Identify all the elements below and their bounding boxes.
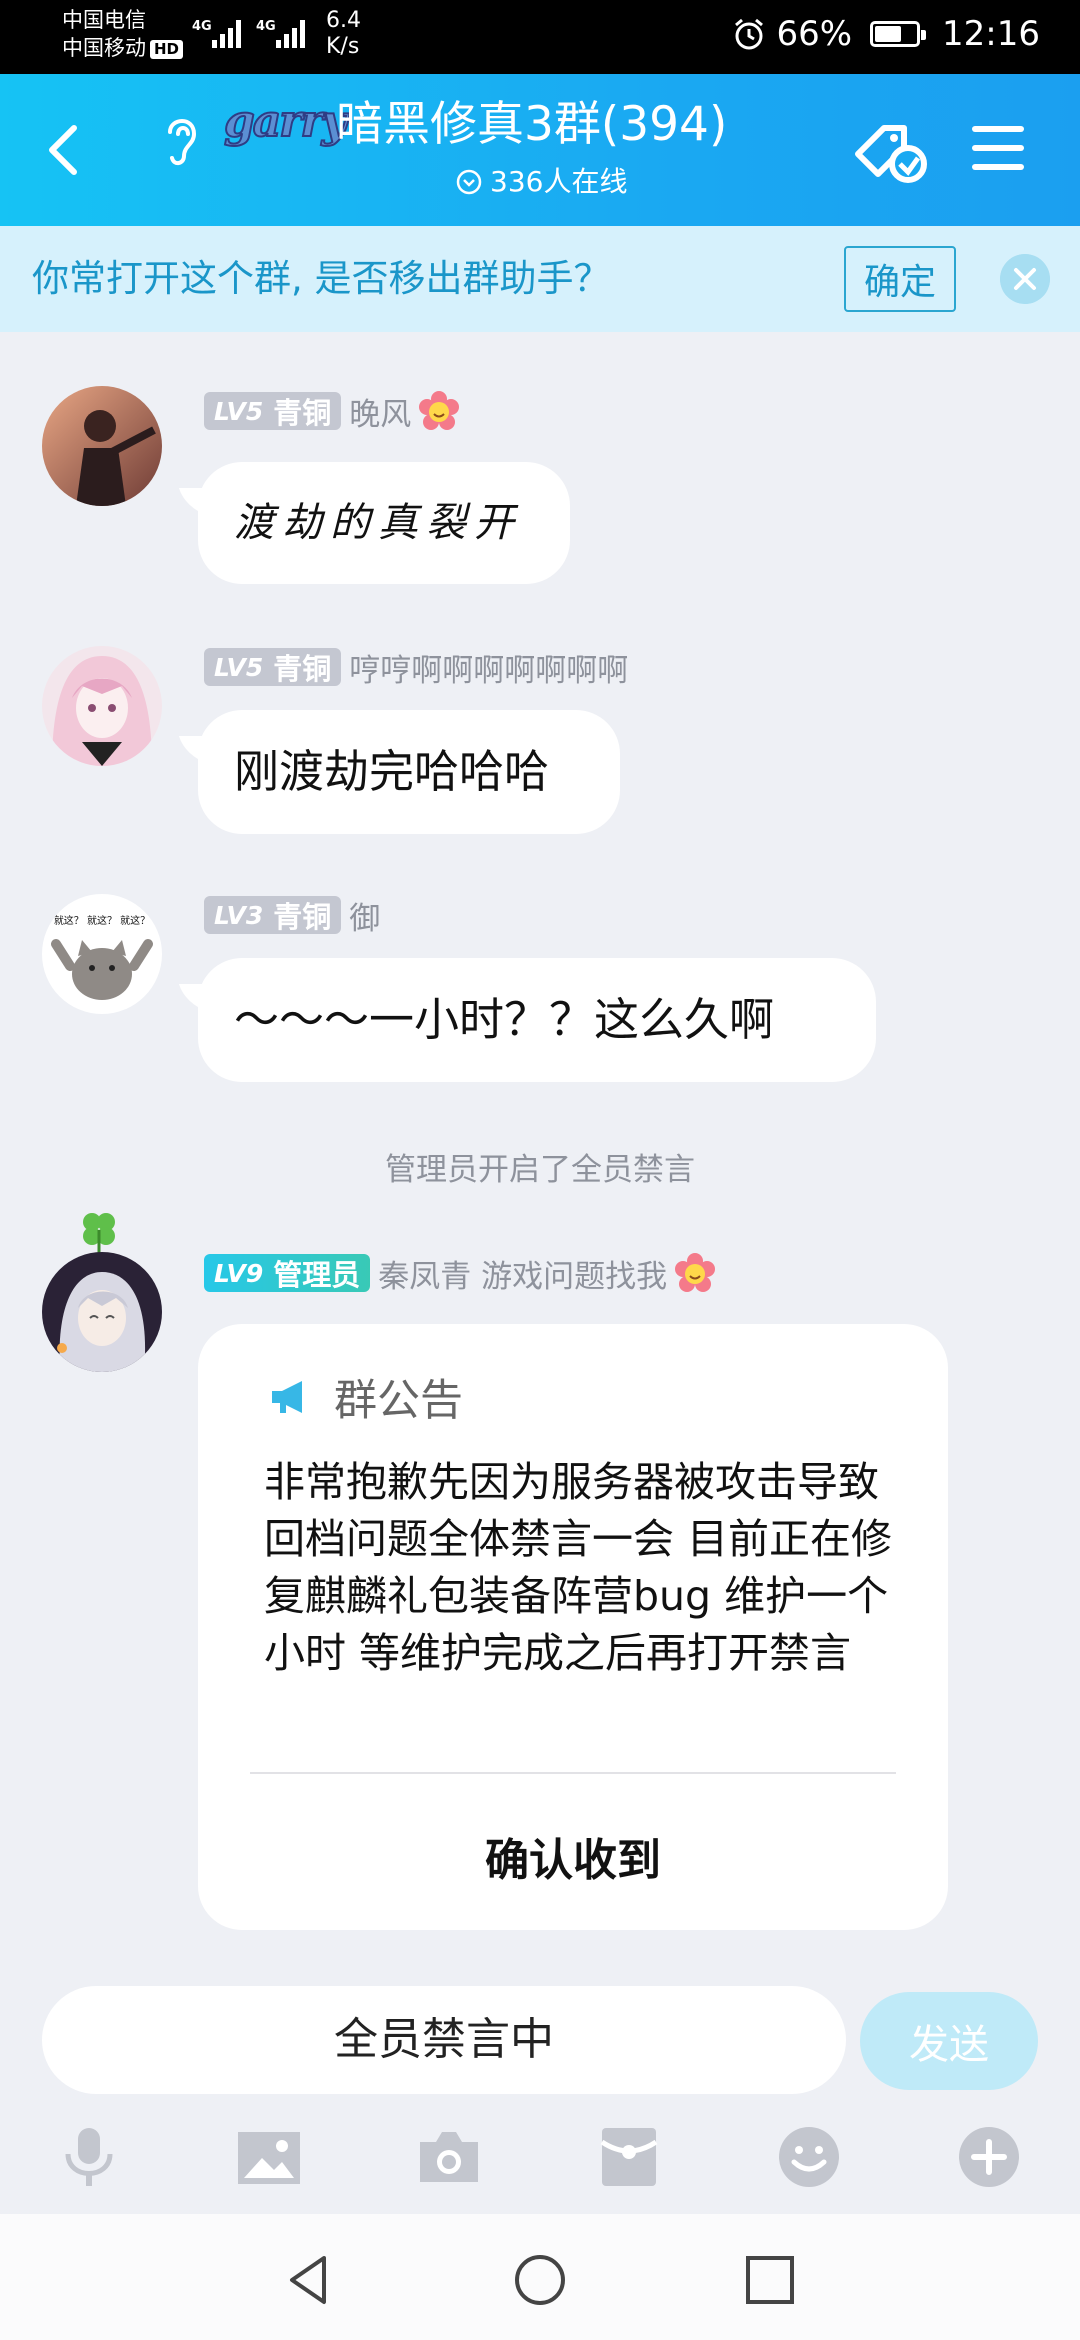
- chat-header: garry 暗黑修真3群(394) 336人在线: [0, 74, 1080, 226]
- level-label: LV5: [214, 652, 264, 682]
- group-notice-card[interactable]: 群公告 非常抱歉先因为服务器被攻击导致回档问题全体禁言一会 目前正在修复麒麟礼包…: [198, 1324, 948, 1930]
- alarm-icon: [735, 18, 764, 50]
- group-app-icon[interactable]: [852, 114, 932, 190]
- admin-meta: LV9 管理员 秦凤青 游戏问题找我: [204, 1251, 716, 1296]
- rank-label: 青铜: [273, 900, 332, 934]
- level-label: LV9: [214, 1258, 264, 1288]
- nav-recents-icon[interactable]: [742, 2252, 798, 2308]
- flower-badge-icon: [419, 391, 460, 430]
- online-count: 336人在线: [490, 165, 628, 198]
- level-label: LV5: [214, 396, 264, 426]
- rank-label: 管理员: [273, 1258, 361, 1292]
- megaphone-icon: [272, 1381, 302, 1413]
- sender-name[interactable]: 秦凤青 游戏问题找我: [378, 1251, 667, 1296]
- svg-text:4G: 4G: [192, 19, 212, 34]
- message-text: 渡劫的真裂开: [234, 500, 522, 546]
- battery-fill: [875, 26, 902, 42]
- system-nav-bar: [0, 2214, 1080, 2340]
- level-label: LV3: [214, 900, 264, 930]
- banner-confirm-button[interactable]: 确定: [844, 246, 956, 312]
- avatar[interactable]: 就这？ 就这？ 就这？: [42, 894, 162, 1014]
- group-badge-logo: garry: [223, 95, 348, 148]
- message-bubble[interactable]: 渡劫的真裂开: [198, 462, 570, 584]
- avatar[interactable]: [42, 386, 162, 506]
- rank-label: 青铜: [273, 652, 332, 686]
- notice-header: 群公告: [268, 1366, 463, 1428]
- nav-back-icon[interactable]: [282, 2252, 338, 2308]
- level-badge: LV5 青铜: [204, 648, 342, 686]
- sender-name[interactable]: 哼哼啊啊啊啊啊啊啊: [349, 645, 628, 690]
- menu-icon[interactable]: [970, 120, 1026, 176]
- sender-name[interactable]: 御: [349, 893, 380, 938]
- level-badge: LV5 青铜: [204, 392, 342, 430]
- net-speed-unit: K/s: [326, 34, 360, 59]
- back-icon[interactable]: [40, 120, 90, 180]
- chevron-circle-icon: [456, 169, 482, 195]
- carrier-1: 中国电信: [62, 8, 146, 32]
- clover-icon: [83, 1213, 115, 1254]
- microphone-icon[interactable]: [56, 2124, 122, 2190]
- message-bubble[interactable]: 刚渡劫完哈哈哈: [198, 710, 620, 834]
- emoji-icon[interactable]: [776, 2124, 842, 2190]
- admin-level-badge: LV9 管理员: [204, 1254, 371, 1292]
- message-text: ～～～一小时？？这么久啊: [234, 993, 775, 1046]
- group-title[interactable]: 暗黑修真3群(394): [336, 94, 727, 156]
- plus-icon[interactable]: [956, 2124, 1022, 2190]
- clock: 12:16: [942, 14, 1040, 54]
- online-status[interactable]: 336人在线: [456, 164, 627, 200]
- avatar[interactable]: [42, 646, 162, 766]
- signal-4g-icon-2: 4G: [256, 19, 305, 48]
- camera-icon[interactable]: [416, 2124, 482, 2190]
- status-bar: 中国电信 中国移动 HD 4G 4G 6.4 K/s 66% 12:16: [0, 0, 1080, 74]
- signal-4g-icon: 4G: [192, 19, 241, 48]
- send-button[interactable]: 发送: [860, 1992, 1038, 2090]
- notice-body: 非常抱歉先因为服务器被攻击导致回档问题全体禁言一会 目前正在修复麒麟礼包装备阵营…: [264, 1458, 893, 1677]
- nav-home-icon[interactable]: [512, 2252, 568, 2308]
- message-text: 刚渡劫完哈哈哈: [234, 745, 550, 798]
- divider: [250, 1772, 896, 1774]
- notice-title: 群公告: [334, 1376, 463, 1426]
- flower-badge-icon: [675, 1253, 716, 1292]
- net-speed: 6.4 K/s: [326, 8, 361, 60]
- group-assistant-banner: 你常打开这个群, 是否移出群助手？ 确定: [0, 226, 1080, 332]
- close-icon[interactable]: [1000, 254, 1050, 304]
- message-bubble[interactable]: ～～～一小时？？这么久啊: [198, 958, 876, 1082]
- banner-text: 你常打开这个群, 是否移出群助手？: [32, 257, 611, 300]
- battery-icon: [870, 21, 927, 47]
- svg-text:4G: 4G: [256, 19, 276, 34]
- hd-badge: HD: [150, 39, 184, 59]
- system-message: 管理员开启了全员禁言: [385, 1152, 695, 1188]
- battery-percent: 66%: [776, 14, 853, 54]
- message-input[interactable]: 全员禁言中: [42, 1986, 846, 2094]
- level-badge: LV3 青铜: [204, 896, 342, 934]
- rank-label: 青铜: [273, 396, 332, 430]
- input-toolbar: [0, 2114, 1080, 2214]
- net-speed-value: 6.4: [326, 8, 361, 33]
- red-packet-icon[interactable]: [596, 2124, 662, 2190]
- muted-notice: 全员禁言中: [334, 2014, 554, 2065]
- admin-avatar[interactable]: [42, 1252, 162, 1372]
- avatar-caption: 就这？ 就这？ 就这？: [54, 914, 150, 927]
- acknowledge-button[interactable]: 确认收到: [198, 1824, 948, 1888]
- carrier-info: 中国电信 中国移动 HD: [62, 6, 184, 62]
- ear-icon[interactable]: [160, 110, 204, 170]
- image-icon[interactable]: [236, 2124, 302, 2190]
- sender-name[interactable]: 晚风: [349, 389, 411, 434]
- carrier-2: 中国移动: [62, 36, 146, 60]
